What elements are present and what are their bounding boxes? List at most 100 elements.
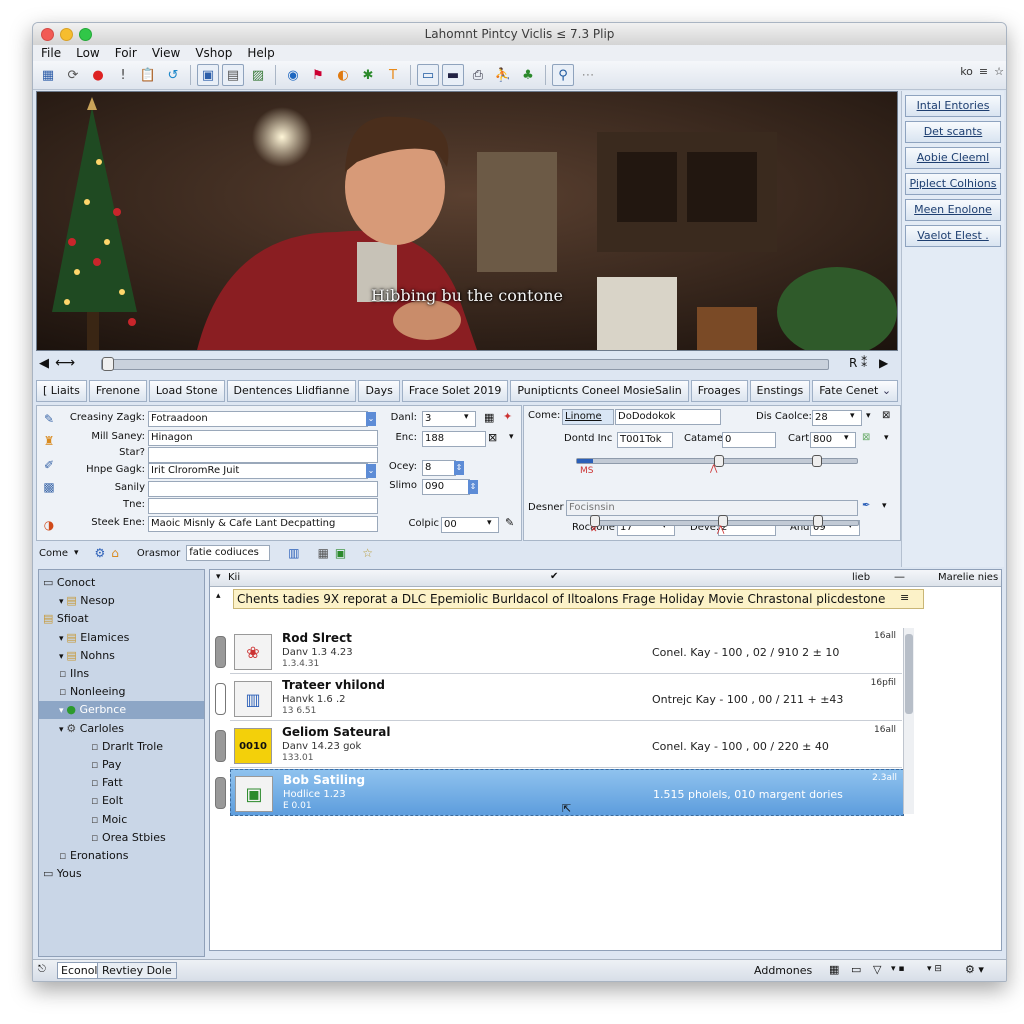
header-col-mid[interactable]: lieb [852,572,870,583]
home-icon[interactable]: ⌂ [111,546,119,560]
status-icon-more[interactable]: ▾ ⊟ [927,964,942,974]
menu-help[interactable]: Help [247,45,274,61]
tree-item[interactable]: ▫ Nonleeing [39,683,204,701]
menu-file[interactable]: File [41,45,61,61]
tab-days[interactable]: Days [358,380,400,402]
cart-dropdown-icon[interactable]: ▾ [844,433,849,443]
ocey-stepper[interactable]: ⇕ [454,461,464,475]
plugin-icon[interactable]: ✱ [357,64,379,86]
seek-thumb[interactable] [102,357,114,371]
status-eye-icon[interactable]: ⎋ [38,964,46,975]
brush-icon[interactable]: ✎ [505,516,514,529]
photo-icon[interactable]: ▨ [247,64,269,86]
creasiny-input[interactable]: Fotraadoon [148,411,368,427]
come-input[interactable]: DoDodokok [615,409,721,425]
lower-slider-knob-3[interactable] [813,515,823,527]
flag-icon[interactable]: ⚑ [307,64,329,86]
tne-input[interactable] [148,498,378,514]
tab-fate-cenet[interactable]: Fate Cenet ⌄ [812,380,899,402]
tab-liaits[interactable]: [ Liaits [36,380,87,402]
printer-icon[interactable]: ⎙ [467,64,489,86]
column-view-icon[interactable]: ▦ [318,546,329,560]
star-filter-icon[interactable]: ☆ [362,546,373,560]
menu-view[interactable]: View [152,45,180,61]
tab-load-stone[interactable]: Load Stone [148,380,225,402]
tree-item[interactable]: ▫ Orea Stbies [39,829,204,847]
catame-input[interactable]: 0 [722,432,776,448]
ocey-input[interactable]: 8 [422,460,456,476]
list-item[interactable]: 0010 Geliom Sateural Danv 14.23 gok 133.01 C… [230,722,902,768]
seek-right-label[interactable]: R ⁑ [849,356,867,370]
globe-icon[interactable]: ◉ [282,64,304,86]
come-tab-button[interactable]: Linome [562,409,614,425]
hammer-icon[interactable]: T [382,64,404,86]
tree-item[interactable]: ▫ Eronations [39,847,204,865]
creasiny-stepper[interactable]: ⌄ [366,412,376,426]
stop-icon[interactable]: ● [87,64,109,86]
magic-wand-icon[interactable]: ⚲ [552,64,574,86]
pin-icon[interactable]: ✦ [503,410,512,423]
hnpe-gagk-stepper[interactable]: ⌄ [366,464,376,478]
person-icon[interactable]: ⛹ [492,64,514,86]
header-col-left[interactable]: Kii [228,572,240,583]
status-tab-econol[interactable]: Econol [57,962,102,979]
tree-item[interactable]: ▾ ▤ Nesop [39,592,204,610]
enc-input[interactable]: 188 [422,431,486,447]
tree-icon[interactable]: ♣ [517,64,539,86]
slimo-stepper[interactable]: ⇕ [468,480,478,494]
table-icon[interactable]: ▤ [222,64,244,86]
banner-collapse-icon[interactable]: ▴ [216,591,221,601]
grid-icon[interactable]: ▦ [37,64,59,86]
export-icon[interactable]: ▣ [335,546,346,560]
dontd-inc-input[interactable]: T001Tok [617,432,673,448]
tree-item[interactable]: ▤ Sfioat [39,610,204,628]
steek-ene-input[interactable]: Maoic Misnly & Cafe Lant Decpatting [148,516,378,532]
tab-dentences[interactable]: Dentences Llidfianne [226,380,357,402]
hnpe-gagk-input[interactable]: Irit ClroromRe Juit [148,463,368,479]
menu-lines-icon[interactable]: ≡ [979,65,988,78]
vaelot-elest-button[interactable]: Vaelot Elest . [905,225,1001,247]
ms-slider-knob-2[interactable] [812,455,822,467]
tree-item[interactable]: ▫ Eolt [39,792,204,810]
play-icon[interactable]: ▶ [879,356,888,370]
tree-item[interactable]: ▾ ● Gerbnce [39,701,204,720]
desner-input[interactable]: Focisnsin [566,500,858,516]
tree-item[interactable]: ▾ ▤ Nohns [39,647,204,665]
tree-item[interactable]: ▭ Conoct [39,574,204,592]
palette-icon[interactable]: ◐ [332,64,354,86]
seek-track[interactable] [101,359,829,370]
film-icon[interactable]: ▬ [442,64,464,86]
dis-picker-icon[interactable]: ⊠ [882,410,890,421]
tree-item[interactable]: ▫ Pay [39,756,204,774]
toolbar-right-label[interactable]: ko [960,65,973,78]
sync-icon[interactable]: ↺ [162,64,184,86]
row-drag-handle[interactable] [215,777,226,809]
status-icon-panel[interactable]: ▭ [851,963,861,976]
cart-extra-dropdown-icon[interactable]: ▾ [884,433,889,443]
refresh-icon[interactable]: ⟳ [62,64,84,86]
header-col-right[interactable]: Marelie nies [938,572,998,583]
list-scroll-thumb[interactable] [905,634,913,714]
info-icon[interactable]: ǃ [112,64,134,86]
list-scrollbar[interactable] [903,628,914,814]
tree-item[interactable]: ▾ ▤ Elamices [39,629,204,647]
meen-enolone-button[interactable]: Meen Enolone [905,199,1001,221]
danl-dropdown-icon[interactable]: ▾ [464,412,469,422]
come-dropdown[interactable]: Come [39,548,68,559]
aobie-cleeml-button[interactable]: Aobie Cleeml [905,147,1001,169]
video-preview[interactable]: Hibbing bu the contone [36,91,898,351]
dis-dropdown-icon[interactable]: ▾ [850,411,855,421]
menu-low[interactable]: Low [76,45,100,61]
header-col-check[interactable]: ✔ [550,571,558,582]
row-drag-handle[interactable] [215,683,226,715]
tree-item[interactable]: ▫ Drarlt Trole [39,738,204,756]
wrench-icon[interactable]: ⚙ [95,546,106,560]
step-arrows-icon[interactable]: ⟷ [55,355,75,371]
tab-froages[interactable]: Froages [690,380,748,402]
enc-dropdown-icon[interactable]: ▾ [509,432,514,442]
tree-item[interactable]: ▫ Moic [39,811,204,829]
orasmor-input[interactable]: fatie codiuces [186,545,271,561]
more-icon[interactable]: ⋯ [577,64,599,86]
header-col-dash[interactable]: — [894,570,905,583]
star-input[interactable] [148,447,378,463]
